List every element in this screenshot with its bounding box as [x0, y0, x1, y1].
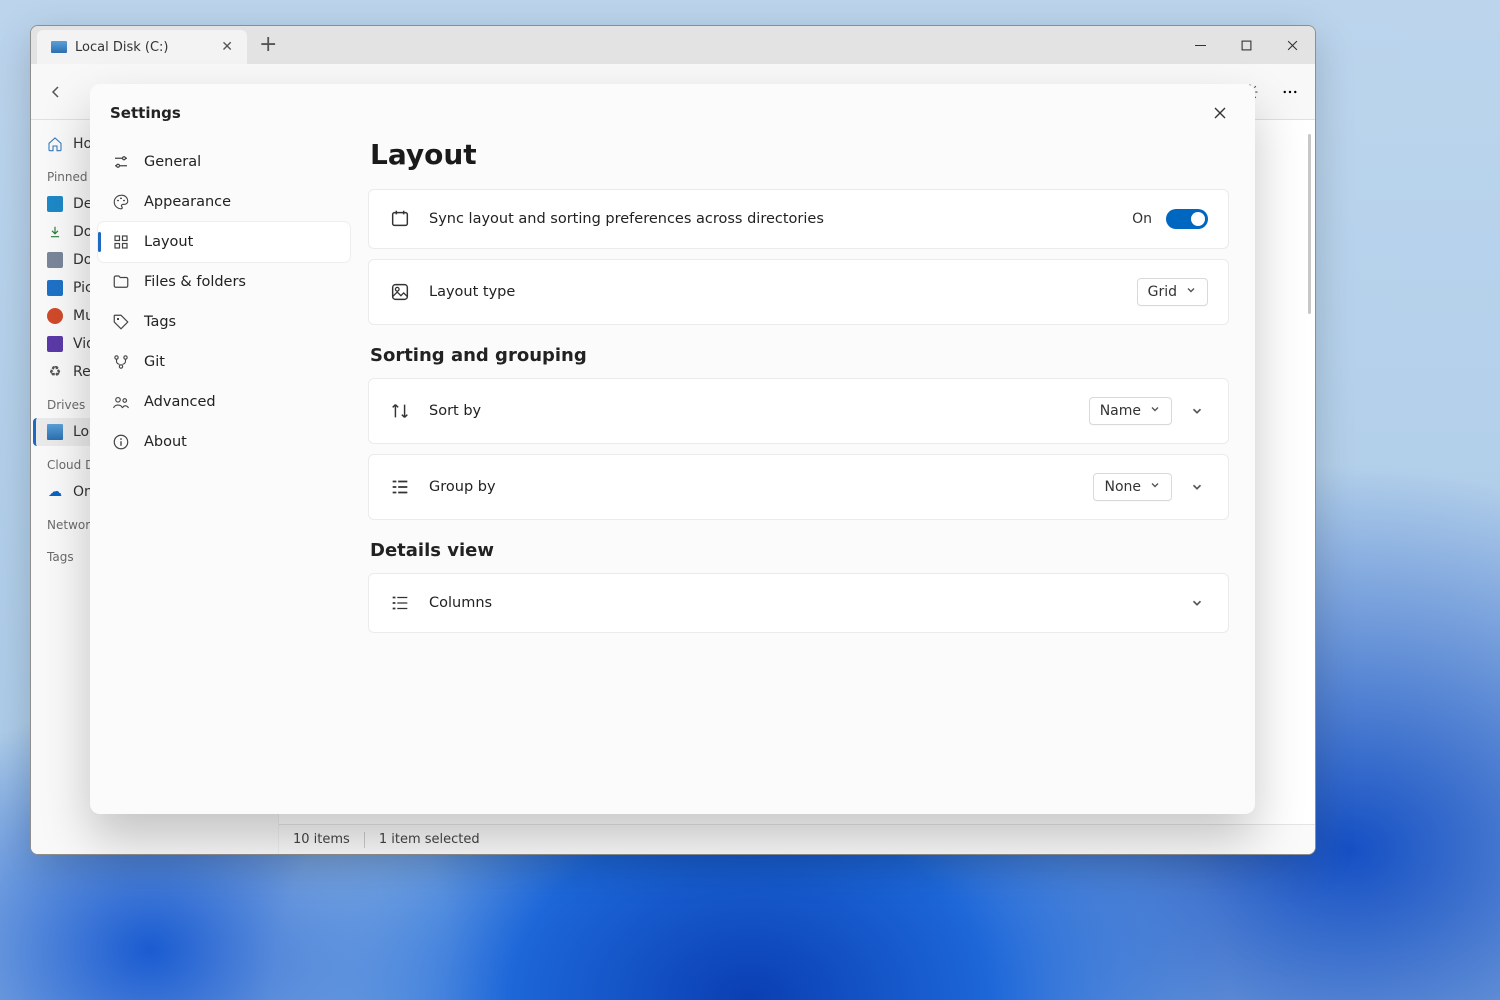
nav-label: About: [144, 434, 187, 450]
toggle-state: On: [1132, 211, 1152, 227]
card-sort-by: Sort by Name: [368, 378, 1229, 444]
tag-icon: [112, 313, 130, 331]
sync-icon: [389, 208, 411, 230]
folder-icon: [112, 273, 130, 291]
group-by-expand[interactable]: [1186, 476, 1208, 498]
nav-files-folders[interactable]: Files & folders: [98, 262, 350, 302]
window-maximize[interactable]: [1223, 26, 1269, 64]
drive-icon: [51, 41, 67, 53]
chevron-down-icon: [1149, 479, 1161, 495]
scrollbar[interactable]: [1308, 134, 1311, 314]
sort-by-select[interactable]: Name: [1089, 397, 1172, 425]
people-icon: [112, 393, 130, 411]
nav-general[interactable]: General: [98, 142, 350, 182]
section-details-title: Details view: [370, 540, 1229, 561]
status-bar: 10 items 1 item selected: [279, 824, 1315, 854]
settings-dialog: Settings General Appearance Layout Files…: [90, 84, 1255, 814]
layout-type-select[interactable]: Grid: [1137, 278, 1208, 306]
nav-label: Appearance: [144, 194, 231, 210]
recycle-icon: ♻: [47, 364, 63, 380]
settings-title: Settings: [110, 104, 181, 122]
more-icon[interactable]: [1271, 73, 1309, 111]
select-value: Name: [1100, 403, 1141, 419]
back-button[interactable]: [37, 73, 75, 111]
grid-icon: [112, 233, 130, 251]
nav-advanced[interactable]: Advanced: [98, 382, 350, 422]
nav-layout[interactable]: Layout: [98, 222, 350, 262]
nav-label: Files & folders: [144, 274, 246, 290]
home-icon: [47, 136, 63, 152]
columns-expand[interactable]: [1186, 592, 1208, 614]
pictures-icon: [47, 280, 63, 296]
nav-label: Git: [144, 354, 165, 370]
nav-appearance[interactable]: Appearance: [98, 182, 350, 222]
chevron-down-icon: [1149, 403, 1161, 419]
card-layout-type: Layout type Grid: [368, 259, 1229, 325]
group-by-label: Group by: [429, 479, 1075, 495]
desktop-icon: [47, 196, 63, 212]
card-columns: Columns: [368, 573, 1229, 633]
columns-icon: [389, 592, 411, 614]
onedrive-icon: ☁: [47, 484, 63, 500]
columns-label: Columns: [429, 595, 1168, 611]
nav-tags[interactable]: Tags: [98, 302, 350, 342]
select-value: Grid: [1148, 284, 1177, 300]
select-value: None: [1104, 479, 1141, 495]
nav-label: Tags: [144, 314, 176, 330]
sliders-icon: [112, 153, 130, 171]
settings-close-button[interactable]: [1205, 98, 1235, 128]
sync-label: Sync layout and sorting preferences acro…: [429, 211, 1114, 227]
window-minimize[interactable]: [1177, 26, 1223, 64]
group-by-select[interactable]: None: [1093, 473, 1172, 501]
nav-git[interactable]: Git: [98, 342, 350, 382]
nav-label: Layout: [144, 234, 193, 250]
sort-by-label: Sort by: [429, 403, 1071, 419]
chevron-down-icon: [1185, 284, 1197, 300]
titlebar: Local Disk (C:) ✕ +: [31, 26, 1315, 64]
group-icon: [389, 476, 411, 498]
card-group-by: Group by None: [368, 454, 1229, 520]
page-title: Layout: [370, 138, 1229, 171]
nav-about[interactable]: About: [98, 422, 350, 462]
sort-by-expand[interactable]: [1186, 400, 1208, 422]
tab-close-icon[interactable]: ✕: [221, 39, 233, 55]
layout-type-label: Layout type: [429, 284, 1119, 300]
layout-type-icon: [389, 281, 411, 303]
card-sync: Sync layout and sorting preferences acro…: [368, 189, 1229, 249]
info-icon: [112, 433, 130, 451]
document-icon: [47, 252, 63, 268]
palette-icon: [112, 193, 130, 211]
nav-label: Advanced: [144, 394, 216, 410]
sync-toggle[interactable]: [1166, 209, 1208, 229]
drive-icon: [47, 424, 63, 440]
settings-nav: General Appearance Layout Files & folder…: [90, 128, 358, 814]
videos-icon: [47, 336, 63, 352]
status-item-count: 10 items: [293, 832, 350, 847]
download-icon: [47, 224, 63, 240]
music-icon: [47, 308, 63, 324]
settings-content: Layout Sync layout and sorting preferenc…: [358, 128, 1255, 814]
sort-icon: [389, 400, 411, 422]
status-selected: 1 item selected: [379, 832, 480, 847]
section-sort-title: Sorting and grouping: [370, 345, 1229, 366]
nav-label: General: [144, 154, 201, 170]
window-close[interactable]: [1269, 26, 1315, 64]
tab-active[interactable]: Local Disk (C:) ✕: [37, 30, 247, 64]
tab-title: Local Disk (C:): [75, 40, 168, 55]
git-icon: [112, 353, 130, 371]
